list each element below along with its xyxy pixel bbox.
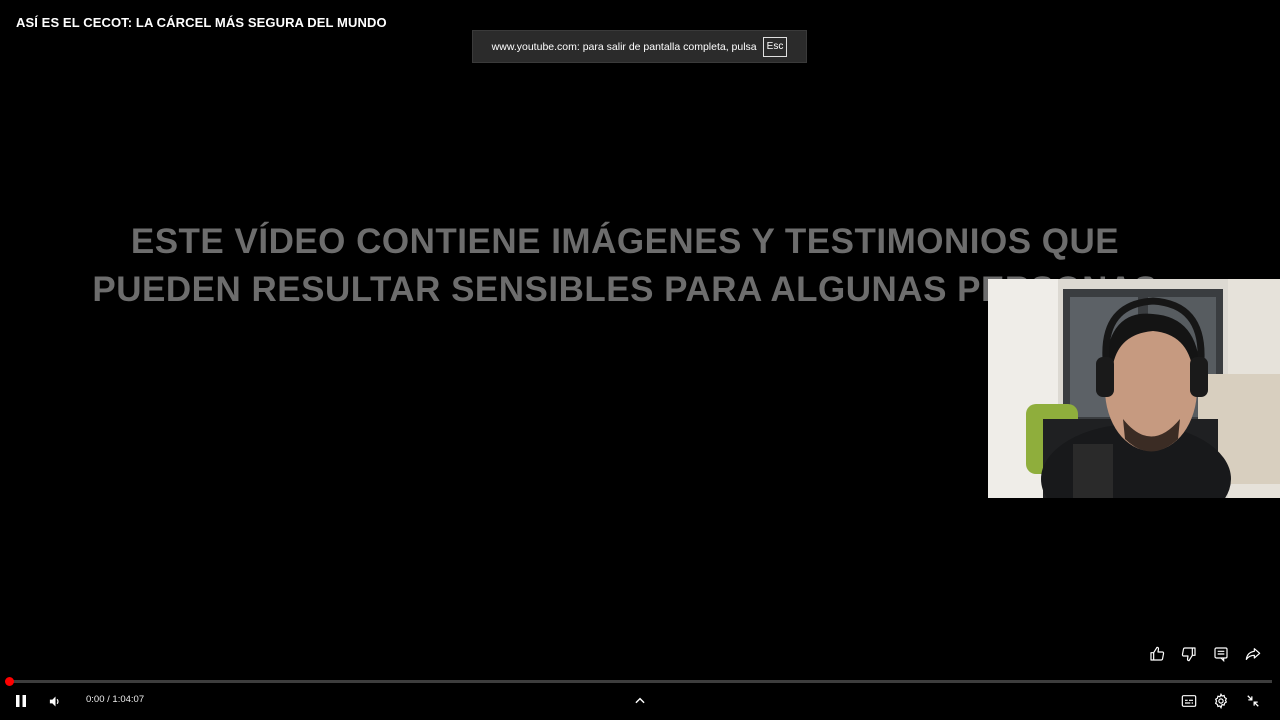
dislike-button[interactable]	[1177, 644, 1200, 664]
webcam-overlay	[988, 279, 1280, 498]
thumb-down-icon	[1181, 647, 1196, 662]
comment-icon	[1213, 647, 1228, 662]
video-title: ASÍ ES EL CECOT: LA CÁRCEL MÁS SEGURA DE…	[16, 15, 387, 30]
settings-button[interactable]	[1212, 691, 1230, 711]
fullscreen-notice: www.youtube.com: para salir de pantalla …	[472, 30, 807, 63]
gear-icon	[1214, 693, 1228, 709]
subtitles-icon	[1181, 695, 1197, 707]
pause-icon	[16, 695, 26, 707]
chevron-up-icon	[635, 697, 645, 704]
comments-button[interactable]	[1209, 644, 1232, 664]
expand-panel-button[interactable]	[631, 691, 649, 711]
volume-button[interactable]	[46, 691, 64, 711]
thumb-up-icon	[1149, 646, 1164, 661]
progress-scrubber[interactable]	[5, 677, 14, 686]
esc-key-badge: Esc	[762, 36, 788, 57]
video-action-buttons	[1145, 644, 1264, 664]
like-button[interactable]	[1145, 644, 1168, 664]
exit-fullscreen-icon	[1247, 695, 1259, 707]
progress-bar[interactable]	[5, 677, 1272, 686]
player-controls: 0:00 / 1:04:07	[0, 690, 1280, 712]
exit-fullscreen-button[interactable]	[1244, 691, 1262, 711]
share-button[interactable]	[1241, 644, 1264, 664]
content-warning-line-1: ESTE VÍDEO CONTIENE IMÁGENES Y TESTIMONI…	[130, 222, 1120, 261]
pause-button[interactable]	[12, 691, 30, 711]
fullscreen-notice-text: www.youtube.com: para salir de pantalla …	[491, 40, 757, 53]
share-icon	[1245, 648, 1260, 660]
subtitles-button[interactable]	[1180, 691, 1198, 711]
volume-icon	[49, 696, 59, 706]
time-display: 0:00 / 1:04:07	[86, 694, 145, 705]
